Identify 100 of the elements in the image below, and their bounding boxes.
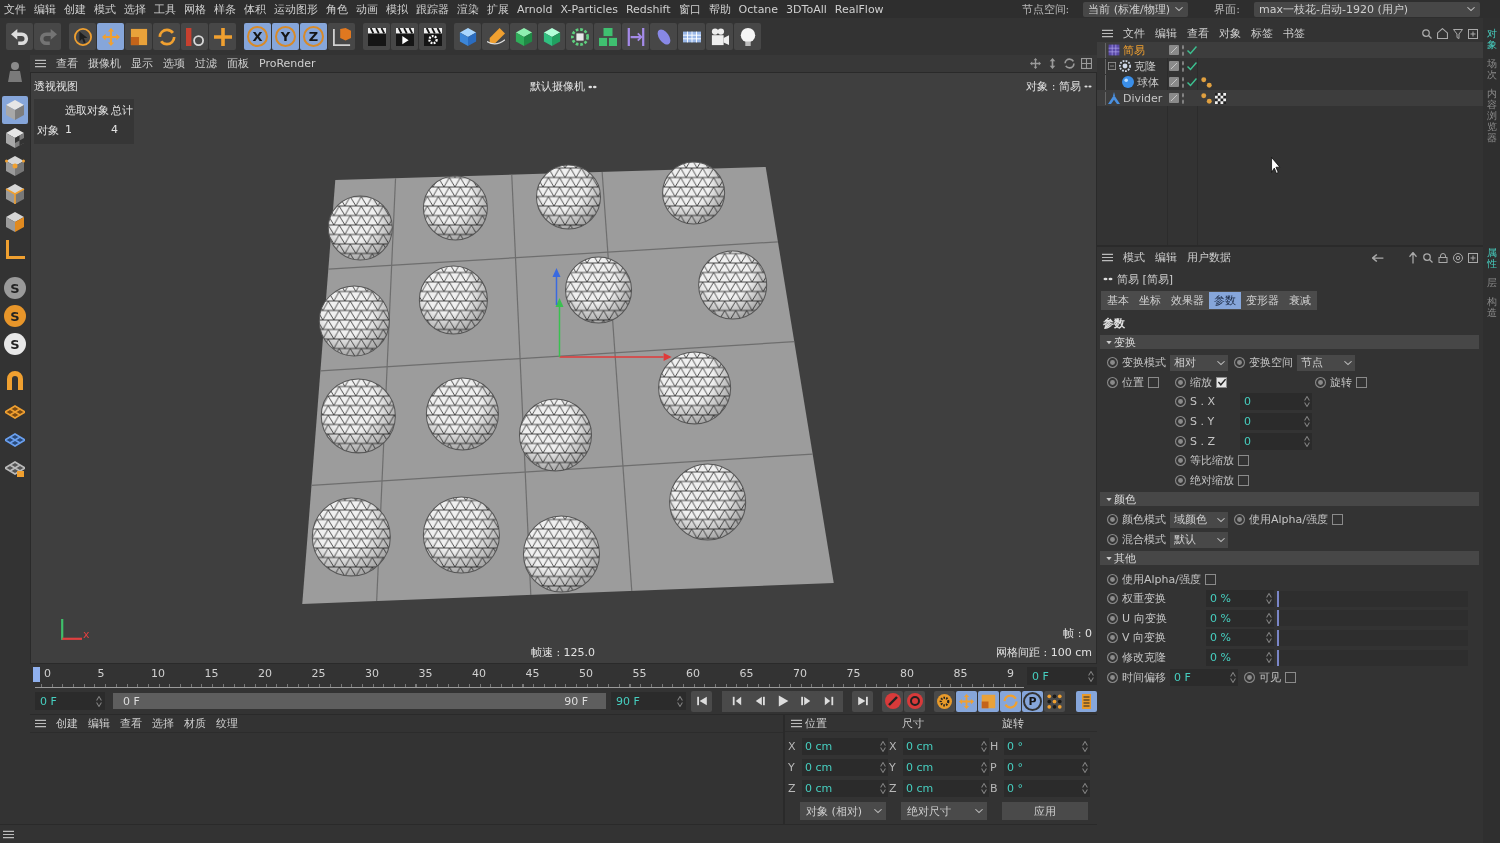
tab[interactable]: 效果器 xyxy=(1166,292,1209,309)
menu-item[interactable]: 渲染 xyxy=(457,1,479,17)
axis-lock-button[interactable]: Z xyxy=(300,23,327,50)
object-name[interactable]: 克隆 xyxy=(1134,58,1156,74)
menu-item[interactable]: 文件 xyxy=(4,1,26,17)
menu-item[interactable]: ProRender xyxy=(259,57,316,70)
tool-button[interactable] xyxy=(125,23,152,50)
number-field[interactable]: 0 F xyxy=(1170,668,1238,686)
dropdown[interactable]: 默认 xyxy=(1170,531,1228,548)
menu-item[interactable]: 文件 xyxy=(1123,26,1145,41)
tab[interactable]: 坐标 xyxy=(1134,292,1166,309)
skip-start-button[interactable] xyxy=(691,690,712,712)
skip-end-button[interactable] xyxy=(852,690,873,712)
menu-item[interactable]: Arnold xyxy=(517,2,553,16)
menu-item[interactable]: 模式 xyxy=(1123,250,1145,265)
number-field[interactable]: 0 % xyxy=(1206,629,1274,647)
snap-button[interactable]: S xyxy=(4,277,26,299)
menu-item[interactable]: 扩展 xyxy=(487,1,509,17)
coordinate-field[interactable]: 0 cm xyxy=(903,738,989,755)
coordinate-field[interactable]: 0 ° xyxy=(1004,780,1090,797)
tool-button[interactable] xyxy=(510,23,537,50)
menu-item[interactable]: 模式 xyxy=(94,1,116,17)
menu-item[interactable]: 标签 xyxy=(1251,26,1273,41)
tool-button[interactable] xyxy=(706,23,733,50)
snap-button[interactable]: S xyxy=(4,333,26,355)
dropdown[interactable]: 对象 (相对) xyxy=(800,802,886,820)
slider-track[interactable] xyxy=(1277,610,1468,627)
coordinate-field[interactable]: 0 cm xyxy=(802,738,888,755)
side-tab[interactable]: 层 xyxy=(1486,277,1497,288)
coordinate-field[interactable]: 0 cm xyxy=(802,780,888,797)
menu-item[interactable]: 选择 xyxy=(152,716,174,731)
menu-item[interactable]: Redshift xyxy=(625,2,671,16)
axis-lock-button[interactable]: X xyxy=(244,23,271,50)
current-frame-field[interactable]: 0 F xyxy=(1027,667,1097,685)
object-name[interactable]: Divider xyxy=(1123,91,1163,105)
menu-item[interactable]: 书签 xyxy=(1283,26,1305,41)
key-button[interactable] xyxy=(904,690,925,712)
menu-item[interactable]: 工具 xyxy=(154,1,176,17)
tool-button[interactable] xyxy=(69,23,96,50)
number-field[interactable]: 0 % xyxy=(1206,609,1274,627)
menu-item[interactable]: 编辑 xyxy=(1155,26,1177,41)
key-button[interactable] xyxy=(1044,690,1065,712)
tool-button[interactable] xyxy=(678,23,705,50)
checkbox[interactable] xyxy=(1148,376,1159,388)
menu-item[interactable]: 摄像机 xyxy=(88,56,121,71)
menu-item[interactable]: 帮助 xyxy=(708,1,731,17)
menu-item[interactable]: 窗口 xyxy=(678,1,701,17)
tab[interactable]: 基本 xyxy=(1102,292,1134,309)
menu-item[interactable]: 查看 xyxy=(120,716,142,731)
tool-button[interactable] xyxy=(594,23,621,50)
tool-button[interactable] xyxy=(209,23,236,50)
checkbox[interactable] xyxy=(1285,671,1296,683)
section-header[interactable]: 变换 xyxy=(1100,335,1479,349)
checkbox[interactable] xyxy=(1216,376,1227,388)
coordinate-field[interactable]: 0 ° xyxy=(1004,738,1090,755)
tool-button[interactable] xyxy=(153,23,180,50)
timeline-ruler[interactable]: 0 5 10 15 20 25 30 35 40 45 50 55 60 65 70 75 80 85 9 xyxy=(35,664,1024,688)
object-name[interactable]: 球体 xyxy=(1137,74,1159,90)
number-field[interactable]: 0 xyxy=(1240,393,1312,411)
menu-item[interactable]: 纹理 xyxy=(216,716,238,731)
undo-button[interactable] xyxy=(6,23,33,50)
snap-button[interactable]: S xyxy=(4,305,26,327)
menu-item[interactable]: 对象 xyxy=(1219,26,1241,41)
tool-button[interactable] xyxy=(328,23,355,50)
tool-button[interactable] xyxy=(566,23,593,50)
menu-item[interactable]: 运动图形 xyxy=(274,1,318,17)
frame-range-slider[interactable]: 0 F 90 F xyxy=(113,693,606,709)
checkbox[interactable] xyxy=(1238,474,1249,486)
checkbox[interactable] xyxy=(1332,514,1343,526)
menu-item[interactable]: 动画 xyxy=(356,1,378,17)
checkbox[interactable] xyxy=(1356,376,1367,388)
checkbox[interactable] xyxy=(1205,573,1216,585)
key-button[interactable] xyxy=(978,690,999,712)
side-tab[interactable]: 属性 xyxy=(1486,247,1497,269)
tool-button[interactable] xyxy=(181,23,208,50)
number-field[interactable]: 0 xyxy=(1240,413,1312,431)
coordinate-field[interactable]: 0 ° xyxy=(1004,759,1090,776)
menu-item[interactable]: 样条 xyxy=(214,1,236,17)
menu-item[interactable]: 选项 xyxy=(163,56,185,71)
key-button[interactable] xyxy=(956,690,977,712)
menu-item[interactable]: 显示 xyxy=(131,56,153,71)
side-tab[interactable]: 构造 xyxy=(1486,296,1497,318)
tab[interactable]: 变形器 xyxy=(1241,292,1284,309)
tool-button[interactable] xyxy=(454,23,481,50)
checkbox[interactable] xyxy=(1238,455,1249,467)
coordinate-field[interactable]: 0 cm xyxy=(903,759,989,776)
render-button[interactable] xyxy=(391,23,418,50)
menu-item[interactable]: 创建 xyxy=(56,716,78,731)
section-header[interactable]: 颜色 xyxy=(1100,492,1479,507)
dropdown[interactable]: 相对 xyxy=(1170,354,1228,371)
menu-item[interactable]: RealFlow xyxy=(834,2,884,16)
node-space-dropdown[interactable]: 当前 (标准/物理) xyxy=(1083,1,1189,17)
layout-dropdown[interactable]: max一枝花-启动-1920 (用户) xyxy=(1254,1,1480,17)
dropdown[interactable]: 绝对尺寸 xyxy=(901,802,987,820)
menu-item[interactable]: 查看 xyxy=(56,56,78,71)
menu-item[interactable]: 体积 xyxy=(244,1,266,17)
menu-item[interactable]: 跟踪器 xyxy=(416,1,449,17)
slider-track[interactable] xyxy=(1277,649,1468,666)
apply-button[interactable]: 应用 xyxy=(1002,802,1088,820)
dropdown[interactable]: 节点 xyxy=(1297,354,1355,371)
